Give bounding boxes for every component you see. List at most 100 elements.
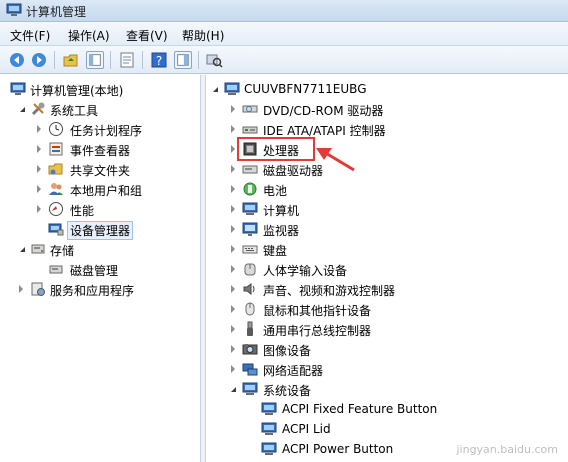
- expand-closed-icon[interactable]: [231, 205, 235, 213]
- tree-item-computer-root[interactable]: CUUVBFN7711EUBG: [206, 79, 568, 99]
- up-folder-icon[interactable]: [62, 51, 80, 69]
- performance-icon: [49, 202, 63, 216]
- show-tree-icon[interactable]: [86, 51, 104, 69]
- dvd-drive-icon: [242, 105, 258, 113]
- tree-item-storage[interactable]: 存储: [0, 239, 200, 259]
- tree-item-shared-folders[interactable]: 共享文件夹: [0, 159, 200, 179]
- tree-item-label: 键盘: [263, 244, 288, 258]
- tree-item-keyboard[interactable]: 键盘: [206, 239, 568, 259]
- hid-icon: [244, 263, 256, 276]
- tree-item-battery[interactable]: 电池: [206, 179, 568, 199]
- tree-item-usb[interactable]: 通用串行总线控制器: [206, 319, 568, 339]
- tree-item-label: 事件查看器: [70, 144, 131, 158]
- expand-closed-icon[interactable]: [231, 365, 235, 373]
- expand-closed-icon[interactable]: [231, 145, 235, 153]
- expand-closed-icon[interactable]: [19, 285, 23, 293]
- services-icon: [31, 282, 45, 296]
- tree-item-label: ACPI Power Button: [282, 442, 394, 456]
- computer-icon: [224, 82, 240, 95]
- tree-item-label: 网络适配器: [263, 364, 324, 378]
- tree-item-label: 计算机: [263, 204, 300, 218]
- tree-item-ide[interactable]: IDE ATA/ATAPI 控制器: [206, 119, 568, 139]
- tree-item-label: 声音、视频和游戏控制器: [263, 284, 396, 298]
- expand-closed-icon[interactable]: [231, 285, 235, 293]
- tree-item-disk-management[interactable]: 磁盘管理: [0, 259, 200, 279]
- back-icon[interactable]: [8, 51, 26, 69]
- tree-item-sound[interactable]: 声音、视频和游戏控制器: [206, 279, 568, 299]
- computer-name: CUUVBFN7711EUBG: [244, 82, 367, 96]
- annotation-arrow-icon: [316, 148, 355, 172]
- device-tree: CUUVBFN7711EUBG DVD/CD-ROM 驱动器 IDE ATA/A…: [206, 75, 568, 462]
- device-manager-icon: [48, 223, 64, 236]
- expand-closed-icon[interactable]: [231, 265, 235, 273]
- tree-item-task-scheduler[interactable]: 任务计划程序: [0, 119, 200, 139]
- network-adapter-icon: [242, 363, 258, 376]
- tree-item-dvd[interactable]: DVD/CD-ROM 驱动器: [206, 99, 568, 119]
- scan-hardware-icon[interactable]: [205, 51, 223, 69]
- expand-closed-icon[interactable]: [37, 165, 41, 173]
- tree-item-mouse[interactable]: 鼠标和其他指针设备: [206, 299, 568, 319]
- expand-closed-icon[interactable]: [231, 325, 235, 333]
- toolbar-separator: [110, 51, 111, 69]
- expand-closed-icon[interactable]: [37, 205, 41, 213]
- help-icon[interactable]: ?: [150, 51, 168, 69]
- system-devices-icon: [242, 382, 258, 395]
- tree-item-event-viewer[interactable]: 事件查看器: [0, 139, 200, 159]
- expand-closed-icon[interactable]: [231, 105, 235, 113]
- expand-open-icon[interactable]: [213, 87, 218, 92]
- tree-item-local-users[interactable]: 本地用户和组: [0, 179, 200, 199]
- expand-closed-icon[interactable]: [231, 225, 235, 233]
- tree-item-system-devices[interactable]: 系统设备: [206, 379, 568, 399]
- menu-help[interactable]: 帮助(H): [182, 27, 224, 44]
- menu-file[interactable]: 文件(F): [10, 27, 50, 44]
- expand-closed-icon[interactable]: [231, 305, 235, 313]
- computer-icon: [242, 202, 258, 215]
- system-device-icon: [261, 422, 277, 435]
- tree-item-hid[interactable]: 人体学输入设备: [206, 259, 568, 279]
- tree-item-computer[interactable]: 计算机: [206, 199, 568, 219]
- expand-closed-icon[interactable]: [37, 145, 41, 153]
- tree-item-label: 共享文件夹: [70, 164, 131, 178]
- expand-open-icon[interactable]: [20, 247, 25, 252]
- tree-item-system-tools[interactable]: 系统工具: [0, 99, 200, 119]
- tree-item-monitor[interactable]: 监视器: [206, 219, 568, 239]
- forward-icon[interactable]: [30, 51, 48, 69]
- tree-item-label: 图像设备: [263, 344, 312, 358]
- menu-bar: 文件(F) 操作(A) 查看(V) 帮助(H): [0, 22, 568, 46]
- ide-controller-icon: [242, 126, 258, 134]
- tree-item-performance[interactable]: 性能: [0, 199, 200, 219]
- expand-closed-icon[interactable]: [37, 185, 41, 193]
- tree-item-services-apps[interactable]: 服务和应用程序: [0, 279, 200, 299]
- tree-item-label: DVD/CD-ROM 驱动器: [263, 104, 384, 118]
- battery-icon: [243, 182, 257, 196]
- usb-icon: [247, 321, 253, 336]
- tree-item-imaging[interactable]: 图像设备: [206, 339, 568, 359]
- expand-closed-icon[interactable]: [231, 345, 235, 353]
- show-action-pane-icon[interactable]: [174, 51, 192, 69]
- disk-drive-icon: [242, 165, 258, 174]
- expand-open-icon[interactable]: [20, 107, 25, 112]
- expand-closed-icon[interactable]: [231, 185, 235, 193]
- disk-management-icon: [49, 265, 63, 274]
- mouse-icon: [245, 302, 255, 316]
- expand-closed-icon[interactable]: [231, 125, 235, 133]
- expand-closed-icon[interactable]: [231, 245, 235, 253]
- tree-item-acpi-fixed[interactable]: ACPI Fixed Feature Button: [206, 399, 568, 419]
- expand-closed-icon[interactable]: [37, 125, 41, 133]
- properties-icon[interactable]: [118, 51, 136, 69]
- tree-item-computer-management[interactable]: 计算机管理(本地): [0, 79, 200, 99]
- system-device-icon: [261, 442, 277, 455]
- tree-item-label: 设备管理器: [66, 221, 134, 240]
- camera-icon: [242, 344, 258, 355]
- tree-item-acpi-lid[interactable]: ACPI Lid: [206, 419, 568, 439]
- tree-item-network[interactable]: 网络适配器: [206, 359, 568, 379]
- tree-item-disk-drives[interactable]: 磁盘驱动器: [206, 159, 568, 179]
- shared-folder-icon: [48, 163, 63, 175]
- menu-action[interactable]: 操作(A): [68, 27, 110, 44]
- expand-closed-icon[interactable]: [231, 165, 235, 173]
- speaker-icon: [243, 283, 255, 295]
- tree-item-label: 通用串行总线控制器: [263, 324, 372, 338]
- tree-item-device-manager[interactable]: 设备管理器: [0, 219, 200, 240]
- menu-view[interactable]: 查看(V): [126, 27, 168, 44]
- expand-open-icon[interactable]: [231, 387, 236, 392]
